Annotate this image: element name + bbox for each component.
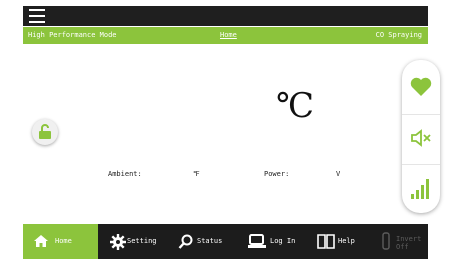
gear-icon [110, 234, 126, 250]
unlock-icon [39, 124, 51, 139]
nav-status-label: Status [197, 237, 223, 245]
book-icon [317, 234, 335, 249]
invert-icon [382, 232, 390, 250]
nav-login-label: Log In [270, 237, 296, 245]
signal-strength-icon [411, 179, 429, 199]
nav-invert[interactable]: Invert Off [368, 224, 428, 259]
nav-home-label: Home [55, 237, 72, 245]
bottom-nav-bar: Home Setting Status Log In Help Invert O… [23, 224, 428, 259]
ambient-label: Ambient: [108, 170, 142, 178]
signal-button[interactable] [402, 164, 440, 213]
unlock-button[interactable] [32, 119, 58, 145]
top-menu-bar [23, 6, 428, 26]
mute-button[interactable] [402, 114, 440, 163]
mode-label: High Performance Mode [28, 31, 117, 39]
ambient-unit: ℉ [193, 170, 200, 178]
nav-home[interactable]: Home [23, 224, 98, 259]
heart-icon [410, 77, 432, 96]
temperature-unit: ℃ [276, 86, 315, 126]
nav-help[interactable]: Help [306, 224, 368, 259]
nav-invert-label: Invert Off [396, 235, 422, 251]
nav-setting[interactable]: Setting [98, 224, 168, 259]
nav-login[interactable]: Log In [234, 224, 306, 259]
power-unit: V [336, 170, 341, 178]
status-bar: High Performance Mode Home CO Spraying [23, 27, 428, 44]
search-icon [178, 234, 193, 249]
page-title: Home [220, 31, 237, 39]
nav-status[interactable]: Status [168, 224, 234, 259]
power-label: Power: [264, 170, 290, 178]
nav-setting-label: Setting [127, 237, 157, 245]
state-label: CO Spraying [375, 31, 422, 39]
menu-icon[interactable] [29, 9, 45, 23]
nav-help-label: Help [338, 237, 355, 245]
login-icon [248, 234, 266, 248]
home-icon [34, 235, 48, 247]
favorite-button[interactable] [402, 64, 440, 112]
speaker-mute-icon [411, 129, 431, 147]
side-button-panel [402, 60, 440, 213]
